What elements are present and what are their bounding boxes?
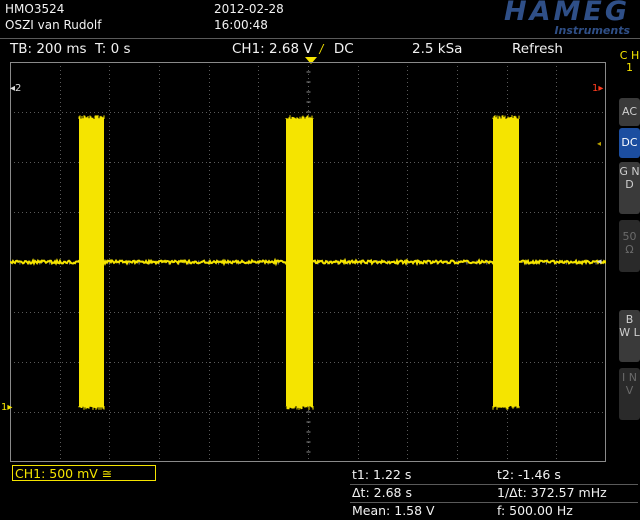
channel-softkey-bar: C H 1 AC DC G N D 50 Ω B W L I N V [619,44,640,464]
trace-burst-3 [493,119,519,406]
frequency-readout: f: 500.00 Hz [497,503,573,518]
brand-subtitle: Instruments [554,24,630,37]
termination-50ohm-button[interactable]: 50 Ω [619,220,640,272]
ch1-ground-arrow-icon: ▸ [7,402,12,413]
trace-burst-2 [286,119,313,406]
delta-t-readout: Δt: 2.68 s [352,485,412,500]
invert-button[interactable]: I N V [619,368,640,420]
time-label: 16:00:48 [214,18,268,32]
owner-label: OSZI van Rudolf [5,18,101,32]
trigger-level-arrow-icon: ▸ [598,83,603,94]
model-label: HMO3524 [5,2,64,16]
coupling-ac-button[interactable]: AC [619,98,640,126]
trigger-edge-icon [319,44,335,54]
mean-readout: Mean: 1.58 V [352,503,435,518]
cursor-t1-readout: t1: 1.22 s [352,467,411,482]
waveform-display[interactable] [10,62,606,462]
sample-rate-readout: 2.5 kSa [412,41,462,57]
trigger-coupling: DC [334,41,354,57]
date-label: 2012-02-28 [214,2,284,16]
ch1-trace [10,115,606,410]
trigger-level: CH1: 2.68 V [232,41,313,57]
header-divider [0,38,640,39]
cursor-t2-readout: t2: -1.46 s [497,467,561,482]
ch1-scale-box[interactable]: CH1: 500 mV ≅ [12,465,156,481]
timebase-readout[interactable]: TB: 200 ms [10,41,87,57]
trigger-time-readout[interactable]: T: 0 s [95,41,131,57]
trigger-readout[interactable]: CH1: 2.68 V DC [232,41,354,57]
cursor2-marker[interactable]: ◂2 [10,83,21,94]
acquisition-mode[interactable]: Refresh [512,41,563,57]
trace-burst-1 [79,119,104,406]
channel-indicator: C H 1 [619,48,640,90]
bandwidth-limit-button[interactable]: B W L [619,310,640,362]
ch1-ground-marker[interactable]: 1▸ [1,402,12,413]
trigger-level-marker[interactable]: 1▸ [592,83,603,94]
coupling-dc-button[interactable]: DC [619,128,640,158]
coupling-gnd-button[interactable]: G N D [619,162,640,214]
inverse-delta-t-readout: 1/Δt: 372.57 mHz [497,485,607,500]
brand-name: HAMEG [504,0,630,27]
brand-logo: HAMEG Instruments [452,0,630,38]
right-edge-marker-icon: ◂ [597,257,602,267]
offset-marker-icon: ◂ [597,139,601,148]
